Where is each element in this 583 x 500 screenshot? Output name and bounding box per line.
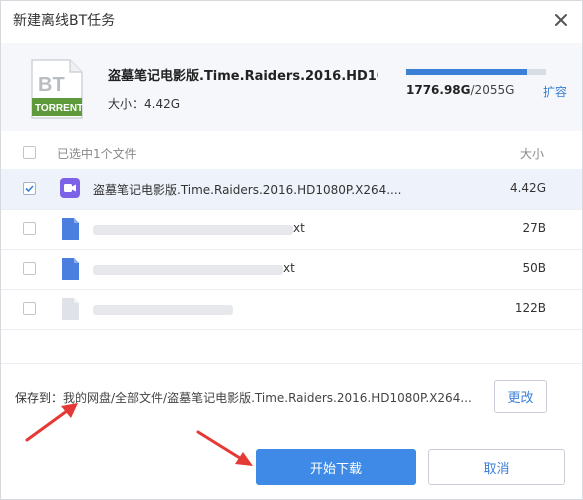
text-file-icon: [59, 217, 81, 245]
torrent-icon-label: TORRENT: [35, 103, 83, 114]
redacted-file-name: [93, 265, 283, 275]
cancel-button[interactable]: 取消: [428, 449, 565, 485]
redacted-file-name: [93, 225, 293, 235]
task-header: BT TORRENT 盗墓笔记电影版.Time.Raiders.2016.HD1…: [1, 43, 582, 131]
select-all-checkbox[interactable]: [23, 146, 36, 159]
table-row[interactable]: xt 27B: [1, 209, 582, 250]
quota-used: 1776.98G: [406, 83, 471, 97]
torrent-file-icon: BT TORRENT: [30, 58, 84, 120]
file-name: 盗墓笔记电影版.Time.Raiders.2016.HD1080P.X264..…: [93, 183, 402, 197]
save-location-label: 保存到：: [15, 391, 64, 405]
close-icon: [555, 14, 567, 26]
quota-total: /2055G: [470, 83, 515, 97]
row-checkbox[interactable]: [23, 302, 36, 315]
start-download-button[interactable]: 开始下载: [256, 449, 416, 485]
save-location-path: 我的网盘/全部文件/盗墓笔记电影版.Time.Raiders.2016.HD10…: [63, 391, 472, 405]
save-location: 保存到：我的网盘/全部文件/盗墓笔记电影版.Time.Raiders.2016.…: [15, 389, 472, 406]
row-checkbox[interactable]: [23, 182, 36, 195]
redacted-file-name: [93, 305, 233, 315]
checkmark-icon: [25, 185, 34, 193]
task-name: 盗墓笔记电影版.Time.Raiders.2016.HD108...: [108, 69, 378, 84]
size-column-header: 大小: [520, 147, 545, 161]
annotation-arrow-icon: [196, 430, 253, 466]
row-checkbox[interactable]: [23, 222, 36, 235]
task-size: 大小：4.42G: [108, 97, 181, 111]
table-row[interactable]: 盗墓笔记电影版.Time.Raiders.2016.HD1080P.X264..…: [1, 169, 582, 210]
row-checkbox[interactable]: [23, 262, 36, 275]
file-name-extension: xt: [283, 261, 295, 275]
file-size: 27B: [522, 221, 546, 235]
file-size: 122B: [514, 301, 546, 315]
expand-storage-link[interactable]: 扩容: [543, 83, 567, 100]
file-size: 4.42G: [509, 181, 546, 195]
torrent-icon-bt-text: BT: [38, 74, 65, 96]
change-location-button[interactable]: 更改: [494, 380, 547, 413]
bt-task-dialog: 新建离线BT任务 BT TORRENT 盗墓笔记电影版.Time.Raiders…: [0, 0, 583, 500]
selected-count-label: 已选中1个文件: [57, 147, 137, 161]
storage-quota-text: 1776.98G/2055G: [406, 83, 514, 97]
dialog-title: 新建离线BT任务: [13, 13, 116, 29]
file-size: 50B: [522, 261, 546, 275]
footer-divider: [1, 363, 582, 364]
file-name-extension: xt: [293, 221, 305, 235]
storage-quota-bar: [406, 69, 546, 75]
close-button[interactable]: [552, 11, 570, 29]
video-file-icon: [59, 177, 81, 203]
text-file-icon: [59, 257, 81, 285]
table-row[interactable]: 122B: [1, 289, 582, 330]
table-row[interactable]: xt 50B: [1, 249, 582, 290]
storage-quota-fill: [406, 69, 528, 75]
file-icon: [59, 297, 81, 325]
